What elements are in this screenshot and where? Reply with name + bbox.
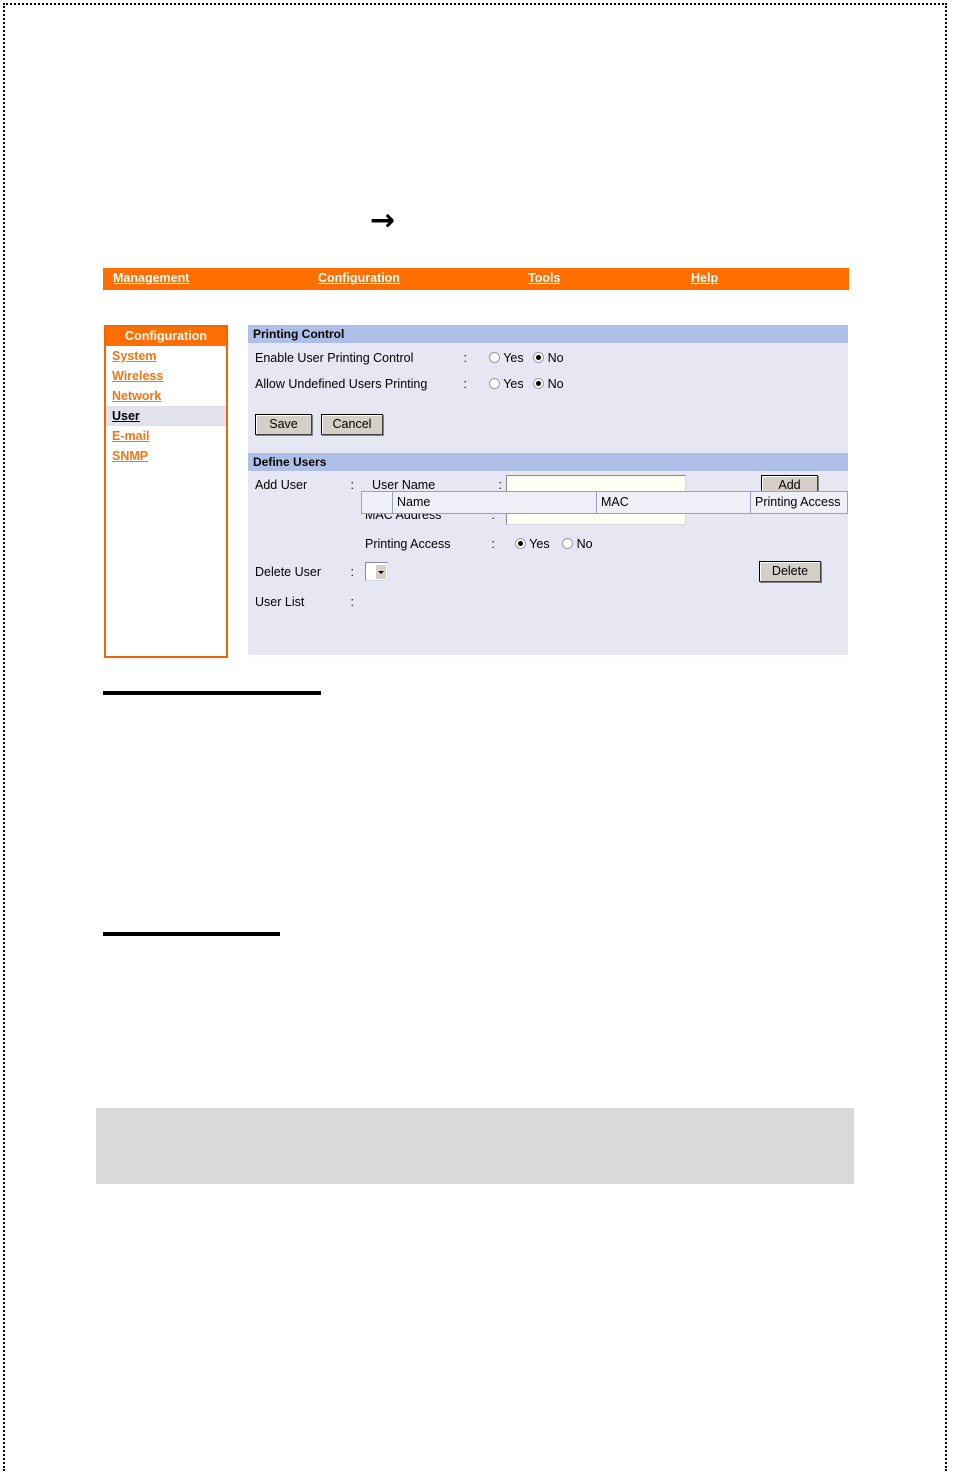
label-allow-undefined-users-printing: Allow Undefined Users Printing (255, 377, 428, 391)
radio-enable-printing-no[interactable] (533, 352, 545, 363)
sidebar-item-network[interactable]: Network (106, 386, 226, 406)
section-header-printing-control: Printing Control (248, 325, 848, 343)
label-add-user-row: Add User : User Name : (255, 478, 518, 492)
label-enable-printing-no: No (547, 351, 564, 365)
colon-allow-undefined-users-printing: : (463, 377, 467, 391)
chevron-down-icon (375, 564, 386, 579)
field-printing-access: Printing Access : Yes No (365, 537, 593, 551)
column-header-mac: MAC (596, 491, 751, 514)
radio-printing-access-no[interactable] (562, 538, 574, 549)
section-divider-bottom (103, 932, 280, 936)
column-header-name: Name (392, 491, 597, 514)
note-box (96, 1108, 854, 1184)
sidebar-item-snmp[interactable]: SNMP (106, 446, 226, 466)
settings-panel: Printing Control Enable User Printing Co… (248, 325, 848, 663)
arrow-right-icon: → (370, 203, 396, 238)
column-header-printing-access: Printing Access (750, 491, 848, 514)
field-enable-user-printing-control: Enable User Printing Control : Yes No (255, 351, 564, 365)
radio-printing-access-yes[interactable] (514, 538, 526, 549)
label-delete-user-row: Delete User : (255, 565, 368, 579)
colon-add-user: : (350, 478, 354, 492)
cancel-button[interactable]: Cancel (321, 414, 383, 435)
label-user-name: User Name (371, 478, 436, 492)
sidebar-item-wireless[interactable]: Wireless (106, 366, 226, 386)
page-border (3, 3, 947, 1471)
section-header-define-users: Define Users (248, 453, 848, 471)
user-list-table: Name MAC Printing Access (361, 491, 848, 514)
label-enable-printing-yes: Yes (503, 351, 524, 365)
delete-user-select[interactable] (365, 562, 388, 581)
label-add-user: Add User (255, 478, 308, 492)
sidebar-title: Configuration (106, 327, 226, 346)
label-user-list-row: User List : (255, 595, 368, 609)
delete-user-button[interactable]: Delete (759, 561, 821, 582)
colon-printing-access: : (491, 537, 495, 551)
content-area: Configuration System Wireless Network Us… (103, 290, 849, 665)
label-allow-undefined-yes: Yes (503, 377, 524, 391)
sidebar-item-email[interactable]: E-mail (106, 426, 226, 446)
label-printing-access-yes: Yes (529, 537, 550, 551)
colon-user-list: : (350, 595, 354, 609)
printserver-web-ui: Management Configuration Tools Help Conf… (103, 268, 849, 665)
radio-allow-undefined-no[interactable] (533, 378, 545, 389)
label-allow-undefined-no: No (547, 377, 564, 391)
label-delete-user: Delete User (255, 565, 321, 579)
sidebar-item-user[interactable]: User (106, 406, 226, 426)
label-user-list: User List (255, 595, 305, 609)
label-printing-access: Printing Access (365, 537, 451, 551)
sidebar-item-system[interactable]: System (106, 346, 226, 366)
nav-item-help[interactable]: Help (691, 271, 718, 285)
top-navigation-bar: Management Configuration Tools Help (103, 268, 849, 290)
table-header-row: Name MAC Printing Access (361, 491, 848, 514)
nav-item-tools[interactable]: Tools (528, 271, 560, 285)
nav-item-management[interactable]: Management (113, 271, 189, 285)
section-divider-top (103, 691, 321, 695)
field-allow-undefined-users-printing: Allow Undefined Users Printing : Yes No (255, 377, 564, 391)
radio-enable-printing-yes[interactable] (488, 352, 500, 363)
label-printing-access-no: No (576, 537, 593, 551)
radio-allow-undefined-yes[interactable] (488, 378, 500, 389)
label-enable-user-printing-control: Enable User Printing Control (255, 351, 414, 365)
column-header-index (361, 491, 393, 514)
nav-item-configuration[interactable]: Configuration (318, 271, 400, 285)
sidebar: Configuration System Wireless Network Us… (104, 325, 228, 658)
colon-enable-user-printing-control: : (463, 351, 467, 365)
save-button[interactable]: Save (255, 414, 312, 435)
